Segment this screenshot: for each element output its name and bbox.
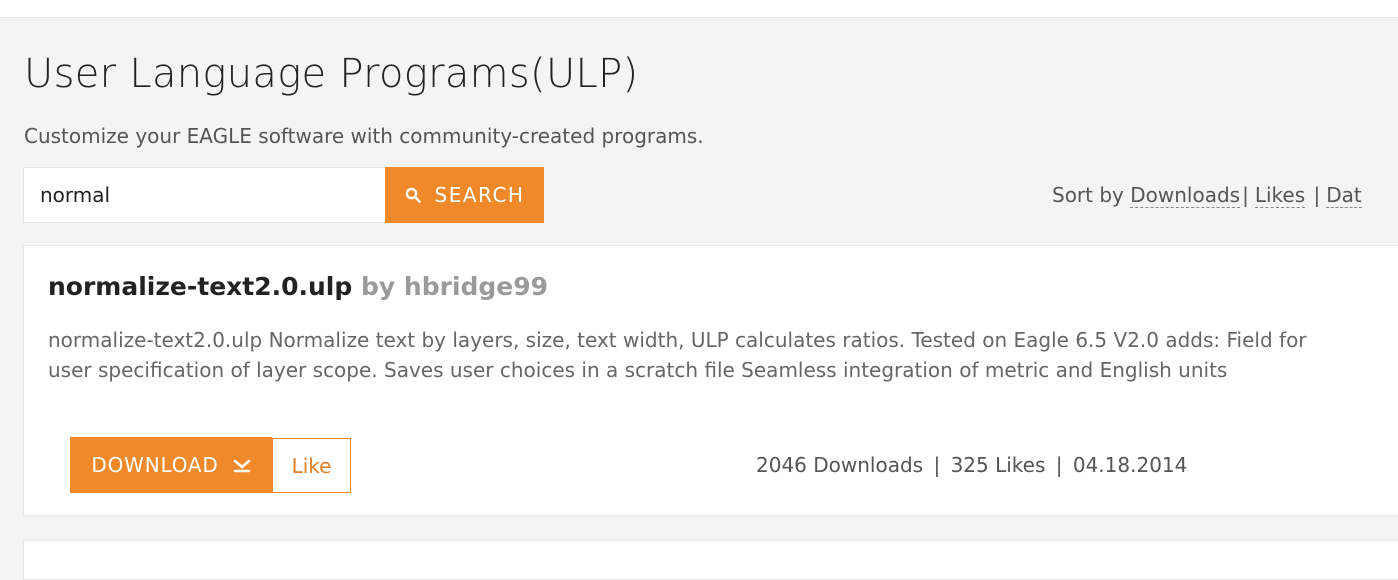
like-count: 325 Likes [950, 453, 1046, 477]
result-description: normalize-text2.0.ulp Normalize text by … [48, 328, 1307, 382]
page-subtitle: Customize your EAGLE software with commu… [24, 124, 704, 148]
result-by-label: by [361, 272, 396, 301]
sort-by-likes-link[interactable]: Likes [1254, 183, 1306, 208]
sort-separator: | [1313, 183, 1321, 207]
result-author-link[interactable]: hbridge99 [404, 272, 548, 301]
like-button[interactable]: Like [272, 438, 351, 493]
publish-date: 04.18.2014 [1072, 453, 1188, 477]
sort-label: Sort by [1052, 183, 1124, 207]
result-stats: 2046 Downloads | 325 Likes | 04.18.2014 [756, 451, 1187, 479]
download-button[interactable]: DOWNLOAD [70, 437, 272, 493]
search-icon [405, 187, 421, 203]
search-input[interactable] [23, 167, 385, 223]
stat-separator: | [1055, 453, 1063, 477]
top-strip [0, 0, 1398, 18]
next-result-card [23, 540, 1398, 580]
chevron-down-icon [233, 457, 251, 473]
result-card: normalize-text2.0.ulp by hbridge99 norma… [23, 245, 1398, 516]
sort-by-downloads-link[interactable]: Downloads [1130, 183, 1241, 208]
sort-bar: Sort by Downloads | Likes | Dat [1052, 181, 1362, 209]
sort-separator: | [1242, 183, 1249, 207]
page-title: User Language Programs(ULP) [24, 51, 639, 97]
download-count: 2046 Downloads [756, 453, 924, 477]
search-button[interactable]: SEARCH [385, 167, 544, 223]
search-button-label: SEARCH [434, 183, 525, 207]
download-button-label: DOWNLOAD [91, 453, 219, 477]
sort-by-date-link[interactable]: Dat [1326, 183, 1362, 208]
result-name-link[interactable]: normalize-text2.0.ulp [48, 272, 352, 301]
result-title: normalize-text2.0.ulp by hbridge99 [48, 270, 548, 304]
stat-separator: | [933, 453, 941, 477]
